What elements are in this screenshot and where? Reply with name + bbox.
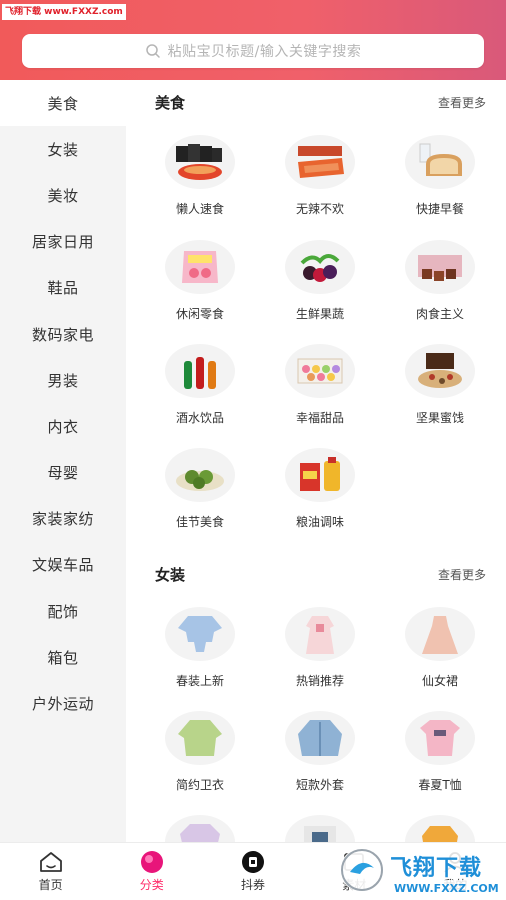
- douyin-icon: [242, 851, 264, 873]
- home-icon: [39, 852, 62, 872]
- category-label: 生鲜果蔬: [295, 307, 344, 321]
- category-label: 休闲零食: [175, 307, 224, 321]
- category-label: 仙女裙: [421, 674, 458, 688]
- product-thumbnail: [405, 711, 475, 765]
- watermark-url: WWW.FXXZ.COM: [394, 882, 499, 895]
- section-title: 美食: [155, 93, 186, 112]
- product-thumbnail: [405, 240, 475, 294]
- product-thumbnail: [165, 240, 235, 294]
- category-content: 美食 查看更多 懒人速食 无辣不欢 快捷早餐 休闲零食 生鲜果蔬 肉食主义 酒水…: [126, 80, 506, 842]
- tab-label: 分类: [139, 878, 164, 892]
- watermark-title: 飞翔下载: [390, 856, 483, 881]
- category-item[interactable]: 酒水饮品: [145, 344, 255, 444]
- sidebar-item-digital[interactable]: 数码家电: [0, 311, 126, 357]
- category-label: 无辣不欢: [295, 202, 344, 216]
- category-item[interactable]: 生鲜果蔬: [265, 240, 375, 340]
- product-thumbnail: [285, 240, 355, 294]
- category-item[interactable]: [385, 815, 495, 842]
- category-label: 春夏T恤: [418, 778, 462, 792]
- category-item[interactable]: 幸福甜品: [265, 344, 375, 444]
- product-thumbnail: [285, 607, 355, 661]
- product-thumbnail: [285, 448, 355, 502]
- view-more-link[interactable]: 查看更多: [438, 94, 486, 111]
- product-thumbnail: [165, 607, 235, 661]
- product-thumbnail: [165, 711, 235, 765]
- section-header-womens-clothing: 女装 查看更多: [155, 562, 486, 586]
- watermark-top: 飞翔下载 www.FXXZ.com: [2, 4, 126, 20]
- sidebar-item-womens-clothing[interactable]: 女装: [0, 126, 126, 172]
- sidebar-item-beauty[interactable]: 美妆: [0, 172, 126, 218]
- category-item[interactable]: 休闲零食: [145, 240, 255, 340]
- tab-douquan[interactable]: 抖券: [202, 843, 303, 900]
- category-label: 幸福甜品: [295, 411, 344, 425]
- category-label: 肉食主义: [415, 307, 464, 321]
- header-bar: 飞翔下载 www.FXXZ.com 粘贴宝贝标题/输入关键字搜索: [0, 0, 506, 80]
- category-item[interactable]: 春夏T恤: [385, 711, 495, 811]
- category-label: 春装上新: [175, 674, 224, 688]
- category-item[interactable]: 春装上新: [145, 607, 255, 707]
- watermark-bottom: 飞翔下载 WWW.FXXZ.COM: [338, 842, 506, 900]
- section-title: 女装: [155, 565, 186, 584]
- category-item[interactable]: 仙女裙: [385, 607, 495, 707]
- category-item[interactable]: 快捷早餐: [385, 135, 495, 235]
- sidebar-item-mens-clothing[interactable]: 男装: [0, 357, 126, 403]
- product-thumbnail: [285, 815, 355, 842]
- category-label: 坚果蜜饯: [415, 411, 464, 425]
- product-thumbnail: [405, 135, 475, 189]
- sidebar-item-home-textile[interactable]: 家装家纺: [0, 496, 126, 542]
- search-placeholder: 粘贴宝贝标题/输入关键字搜索: [167, 44, 362, 60]
- category-item[interactable]: 热销推荐: [265, 607, 375, 707]
- category-item[interactable]: 无辣不欢: [265, 135, 375, 235]
- section-header-food: 美食 查看更多: [155, 90, 486, 114]
- category-label: 粮油调味: [295, 515, 344, 529]
- tab-label: 抖券: [241, 878, 266, 892]
- category-label: 懒人速食: [175, 202, 224, 216]
- category-item[interactable]: [145, 815, 255, 842]
- category-item[interactable]: 短款外套: [265, 711, 375, 811]
- search-input[interactable]: 粘贴宝贝标题/输入关键字搜索: [22, 34, 484, 68]
- sidebar-item-shoes[interactable]: 鞋品: [0, 265, 126, 311]
- category-label: 快捷早餐: [415, 202, 464, 216]
- tab-label: 首页: [38, 878, 63, 892]
- category-item[interactable]: 粮油调味: [265, 448, 375, 548]
- category-item[interactable]: 肉食主义: [385, 240, 495, 340]
- product-thumbnail: [285, 711, 355, 765]
- product-thumbnail: [285, 344, 355, 398]
- sidebar-item-entertainment-car[interactable]: 文娱车品: [0, 542, 126, 588]
- sidebar-item-food[interactable]: 美食: [0, 80, 126, 127]
- product-thumbnail: [165, 815, 235, 842]
- category-label: 简约卫衣: [175, 778, 224, 792]
- category-item[interactable]: [265, 815, 375, 842]
- category-item[interactable]: 懒人速食: [145, 135, 255, 235]
- sidebar-item-home-daily[interactable]: 居家日用: [0, 219, 126, 265]
- search-icon: [145, 44, 160, 58]
- product-thumbnail: [165, 344, 235, 398]
- product-thumbnail: [405, 815, 475, 842]
- category-label: 佳节美食: [175, 515, 224, 529]
- category-item[interactable]: 坚果蜜饯: [385, 344, 495, 444]
- category-item[interactable]: 简约卫衣: [145, 711, 255, 811]
- category-label: 热销推荐: [295, 674, 344, 688]
- category-sidebar: 美食 女装 美妆 居家日用 鞋品 数码家电 男装 内衣 母婴 家装家纺 文娱车品…: [0, 80, 126, 842]
- tab-category[interactable]: 分类: [101, 843, 202, 900]
- sidebar-item-underwear[interactable]: 内衣: [0, 403, 126, 449]
- product-thumbnail: [405, 344, 475, 398]
- sidebar-item-accessories[interactable]: 配饰: [0, 588, 126, 634]
- sidebar-item-outdoor[interactable]: 户外运动: [0, 680, 126, 726]
- view-more-link[interactable]: 查看更多: [438, 566, 486, 583]
- sidebar-item-baby[interactable]: 母婴: [0, 450, 126, 496]
- product-thumbnail: [165, 448, 235, 502]
- category-label: 短款外套: [295, 778, 344, 792]
- category-item[interactable]: 佳节美食: [145, 448, 255, 548]
- category-label: 酒水饮品: [175, 411, 224, 425]
- product-thumbnail: [405, 607, 475, 661]
- tab-home[interactable]: 首页: [0, 843, 101, 900]
- sidebar-item-bags[interactable]: 箱包: [0, 634, 126, 680]
- product-thumbnail: [165, 135, 235, 189]
- product-thumbnail: [285, 135, 355, 189]
- category-icon: [140, 851, 163, 873]
